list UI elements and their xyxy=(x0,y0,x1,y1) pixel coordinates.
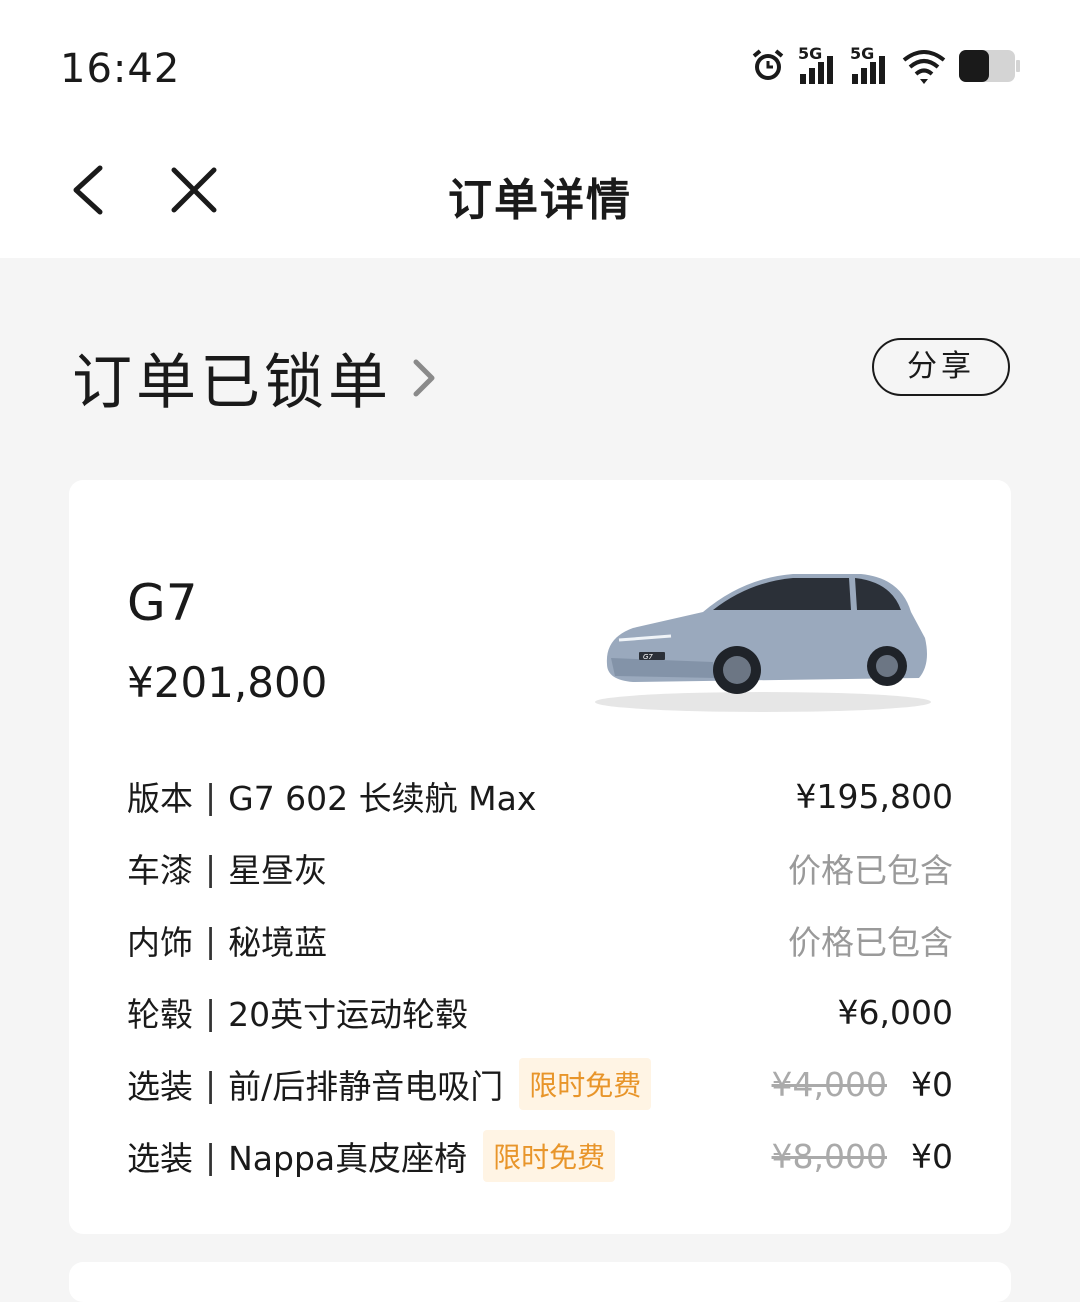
battery-icon xyxy=(959,50,1020,82)
signal-5g-icon: 5G xyxy=(850,44,890,84)
config-price: ¥0 xyxy=(911,1136,953,1176)
car-model-name: G7 xyxy=(127,574,198,632)
config-separator: | xyxy=(205,1136,217,1176)
signal-5g-icon: 5G xyxy=(798,44,838,84)
alarm-icon xyxy=(752,49,784,80)
config-row-option-doors: 选装 | 前/后排静音电吸门 限时免费 ¥4,000 ¥0 xyxy=(127,1048,953,1120)
config-value: 20英寸运动轮毂 xyxy=(228,995,469,1034)
config-value: G7 602 长续航 Max xyxy=(228,779,537,818)
config-separator: | xyxy=(205,920,217,960)
config-label: 选装 xyxy=(127,1067,193,1106)
config-row-wheels: 轮毂 | 20英寸运动轮毂 ¥6,000 xyxy=(127,976,953,1048)
config-label: 选装 xyxy=(127,1139,193,1178)
car-total-price: ¥201,800 xyxy=(127,658,328,707)
free-badge: 限时免费 xyxy=(519,1058,652,1110)
status-bar: 16:42 5G 5G xyxy=(0,0,1080,140)
page-title: 订单详情 xyxy=(448,175,632,226)
config-row-option-seats: 选装 | Nappa真皮座椅 限时免费 ¥8,000 ¥0 xyxy=(127,1120,953,1192)
free-badge: 限时免费 xyxy=(483,1130,616,1182)
wifi-icon xyxy=(902,50,946,84)
config-value: 秘境蓝 xyxy=(228,923,328,962)
config-price: 价格已包含 xyxy=(788,923,953,962)
config-price: ¥195,800 xyxy=(795,776,953,816)
order-status-text: 订单已锁单 xyxy=(72,348,392,418)
next-card xyxy=(69,1262,1011,1302)
config-separator: | xyxy=(205,848,217,888)
config-row-interior: 内饰 | 秘境蓝 价格已包含 xyxy=(127,904,953,976)
status-icons: 5G 5G xyxy=(750,44,1020,84)
original-price: ¥8,000 xyxy=(771,1136,887,1176)
car-image-badge: G7 xyxy=(643,653,653,661)
config-separator: | xyxy=(205,776,217,816)
original-price: ¥4,000 xyxy=(771,1064,887,1104)
config-separator: | xyxy=(205,1064,217,1104)
config-price: 价格已包含 xyxy=(788,851,953,890)
order-header: 订单已锁单 分享 xyxy=(0,258,1080,478)
config-list: 版本 | G7 602 长续航 Max ¥195,800 车漆 | 星昼灰 价格… xyxy=(127,760,953,1192)
car-image: G7 xyxy=(595,574,931,712)
nav-bar: 订单详情 xyxy=(0,140,1080,240)
config-label: 车漆 xyxy=(127,851,193,890)
order-card: G7 ¥201,800 G7 版本 | G7 602 长续航 Max ¥195,… xyxy=(69,480,1011,1234)
config-row-version: 版本 | G7 602 长续航 Max ¥195,800 xyxy=(127,760,953,832)
config-separator: | xyxy=(205,992,217,1032)
config-row-paint: 车漆 | 星昼灰 价格已包含 xyxy=(127,832,953,904)
config-value: 前/后排静音电吸门 xyxy=(228,1067,504,1106)
order-status-link[interactable]: 订单已锁单 xyxy=(72,334,438,421)
config-label: 版本 xyxy=(127,779,193,818)
config-price: ¥6,000 xyxy=(837,992,953,1032)
chevron-right-icon xyxy=(413,359,435,396)
share-button[interactable]: 分享 xyxy=(872,338,1010,396)
config-label: 轮毂 xyxy=(127,995,193,1034)
config-value: 星昼灰 xyxy=(228,851,328,890)
config-price: ¥0 xyxy=(911,1064,953,1104)
top-area: 16:42 5G 5G 订单详情 xyxy=(0,0,1080,258)
config-value: Nappa真皮座椅 xyxy=(228,1139,468,1178)
config-label: 内饰 xyxy=(127,923,193,962)
status-time: 16:42 xyxy=(60,46,181,92)
